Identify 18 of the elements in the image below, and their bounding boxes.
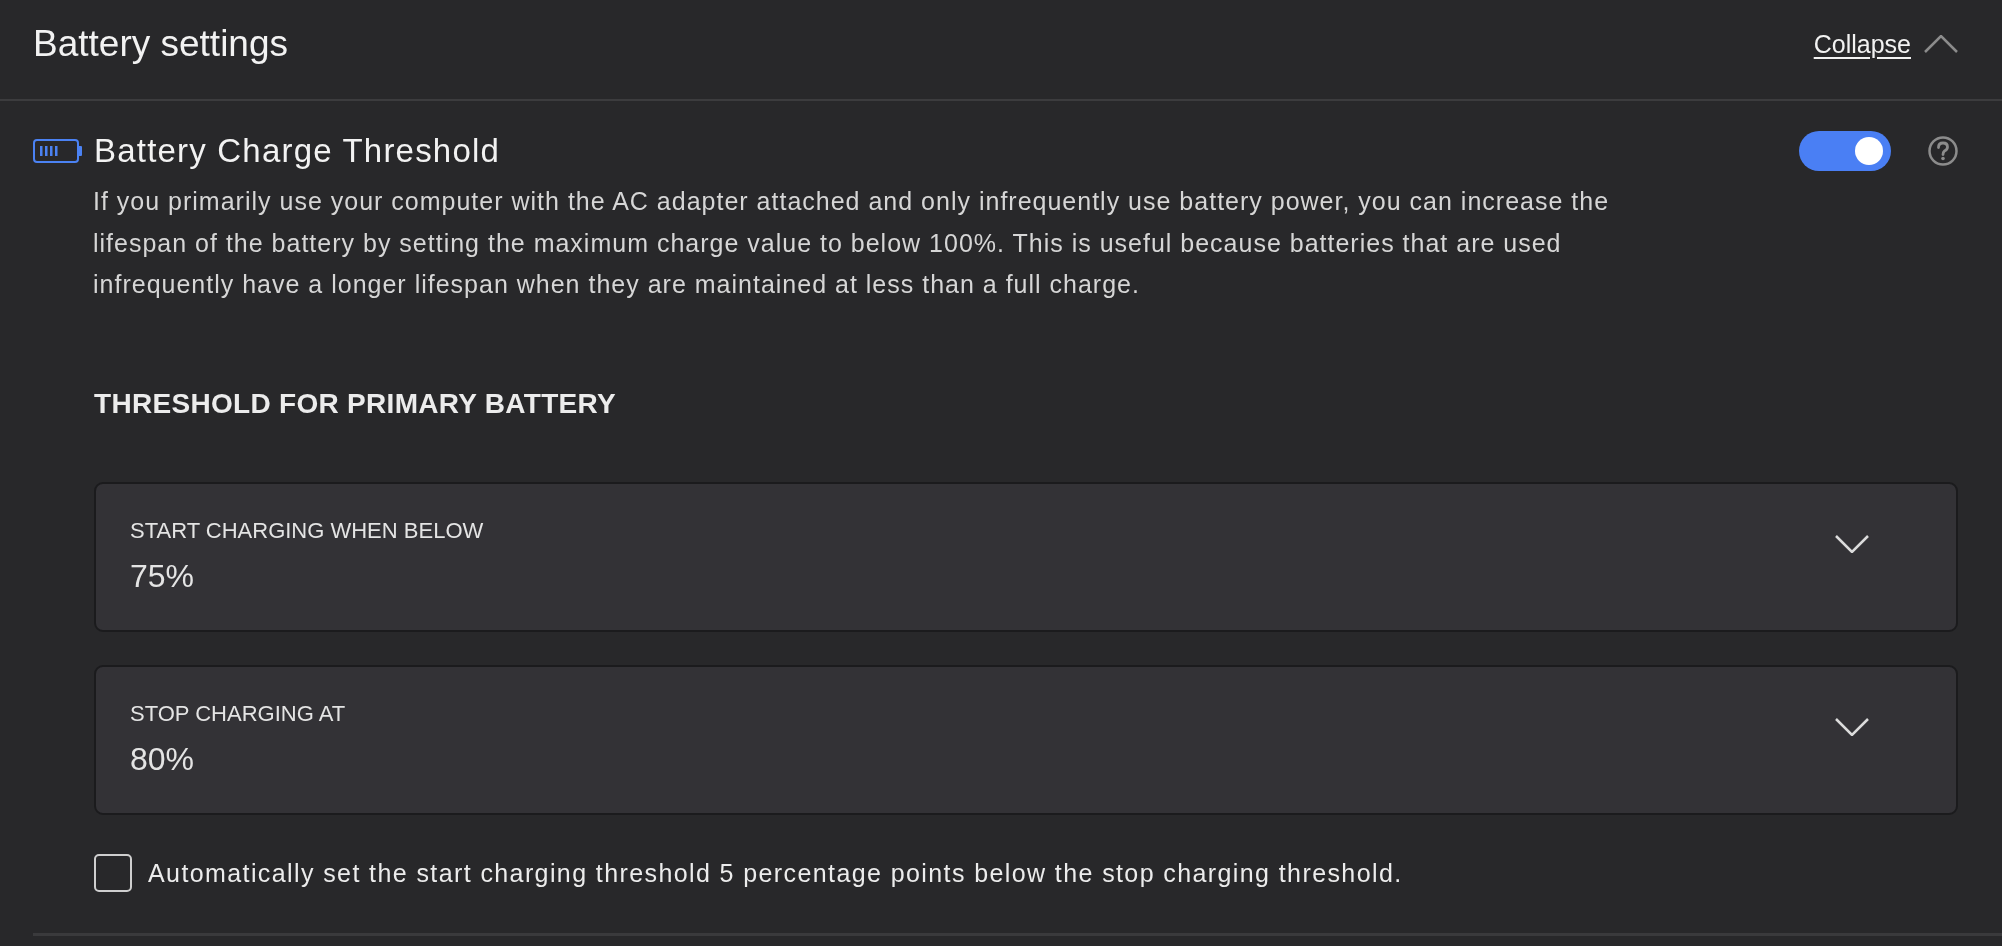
checkbox[interactable] — [94, 853, 132, 892]
chevron-down-icon — [1835, 534, 1869, 553]
battery-icon — [33, 139, 83, 163]
dropdown-label: STOP CHARGING AT — [130, 700, 346, 728]
collapse-link[interactable]: Collapse — [1813, 27, 1911, 60]
section-title: Battery settings — [33, 21, 288, 66]
checkbox-label: Automatically set the start charging threshold 5 percentage points below the stop charging threshold. — [148, 857, 1403, 889]
section-heading: THRESHOLD FOR PRIMARY BATTERY — [94, 386, 617, 421]
setting-description: If you primarily use your computer with the AC adapter attached and only infrequently use battery power, you can increase the lifespan of the battery by setting the maximum charge value to below 100%. This is useful because batteries that are used infrequently have a longer lifespan when they are maintained at less than a full charge. — [93, 186, 1611, 300]
help-icon — [1928, 136, 1958, 166]
dropdown-label: START CHARGING WHEN BELOW — [130, 517, 484, 545]
dropdown[interactable]: STOP CHARGING AT 80% — [94, 664, 1958, 815]
toggle-switch[interactable] — [1799, 131, 1891, 171]
dropdown[interactable]: START CHARGING WHEN BELOW 75% — [94, 481, 1958, 632]
dropdown-value: 80% — [130, 740, 195, 779]
chevron-down-icon — [1835, 717, 1869, 736]
setting-title: Battery Charge Threshold — [94, 131, 501, 171]
dropdown-value: 75% — [130, 557, 195, 596]
